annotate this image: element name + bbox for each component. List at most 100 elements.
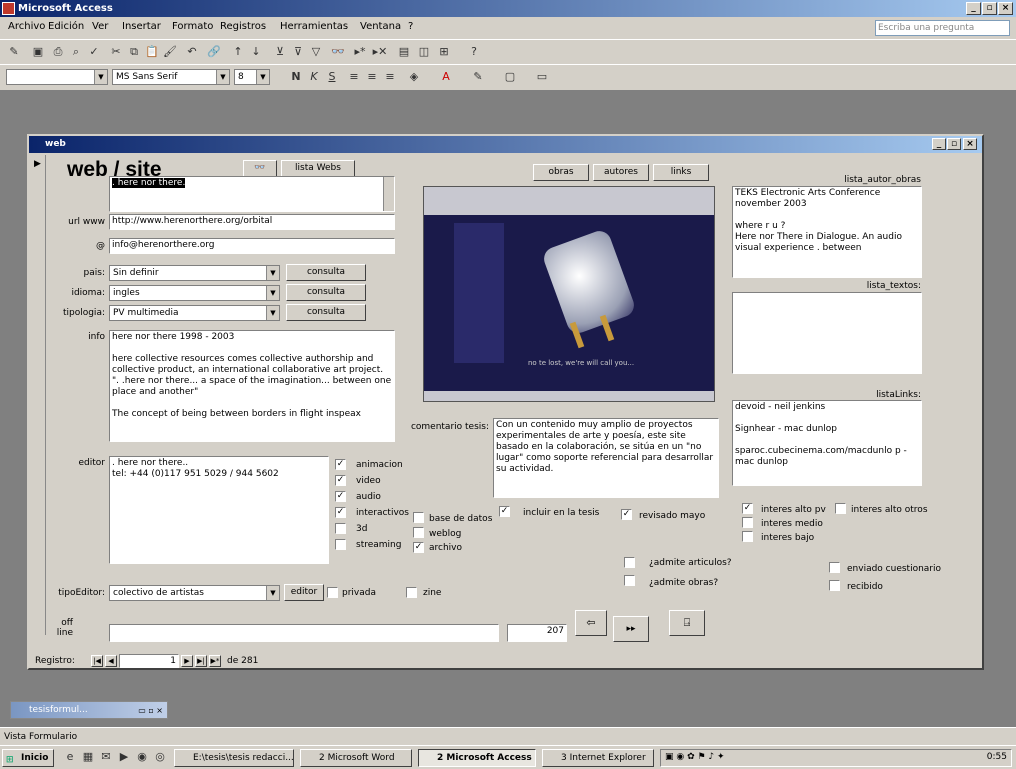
base-de-datos-checkbox[interactable] — [413, 512, 424, 523]
offline-field[interactable] — [109, 624, 499, 642]
object-combo[interactable]: ▼ — [6, 69, 108, 85]
close-button[interactable]: × — [998, 2, 1013, 15]
delete-record-icon[interactable]: ▸✕ — [372, 45, 388, 59]
email-field[interactable]: info@herenorthere.org — [109, 238, 395, 254]
bold-icon[interactable]: N — [288, 70, 304, 84]
tipologia-combo[interactable]: PV multimedia ▼ — [109, 305, 280, 321]
sort-desc-icon[interactable]: ↓ — [248, 45, 264, 59]
3d-checkbox[interactable] — [335, 523, 346, 534]
find-binoculars-button[interactable]: 👓 — [243, 160, 277, 177]
apply-filter-icon[interactable]: ▽ — [308, 45, 324, 59]
enviado-cuestionario-checkbox[interactable] — [829, 562, 840, 573]
tab-autores[interactable]: autores — [593, 164, 649, 181]
prev-record-button[interactable]: ⇦ — [575, 610, 607, 636]
record-selector[interactable]: ▶ — [32, 155, 46, 635]
last-record-button[interactable]: ▶| — [195, 655, 207, 667]
admite-articulos-checkbox[interactable] — [624, 557, 635, 568]
align-left-icon[interactable]: ≡ — [346, 70, 362, 84]
next-record-button[interactable]: ▸▸ — [613, 616, 649, 642]
quicklaunch-app-icon[interactable]: ◉ — [134, 750, 150, 764]
interes-alto-pv-checkbox[interactable]: ✓ — [742, 503, 753, 514]
form-minimize-button[interactable]: _ — [932, 138, 946, 150]
line-width-icon[interactable]: ▢ — [502, 70, 518, 84]
interes-bajo-checkbox[interactable] — [742, 531, 753, 542]
privada-checkbox[interactable] — [327, 587, 338, 598]
tray-icons[interactable]: ▣ ◉ ✿ ⚑ ♪ ✦ — [665, 752, 725, 762]
next-record-nav-button[interactable]: ▶ — [181, 655, 193, 667]
quicklaunch-ie-icon[interactable]: e — [62, 750, 78, 764]
weblog-checkbox[interactable] — [413, 527, 424, 538]
hyperlink-icon[interactable]: 🔗 — [206, 45, 222, 59]
incluir-tesis-checkbox[interactable]: ✓ — [499, 506, 510, 517]
font-size-combo[interactable]: 8 ▼ — [234, 69, 270, 85]
video-checkbox[interactable]: ✓ — [335, 475, 346, 486]
editor-button[interactable]: editor — [284, 584, 324, 601]
revisado-checkbox[interactable]: ✓ — [621, 509, 632, 520]
save-icon[interactable]: ▣ — [30, 45, 46, 59]
pais-combo[interactable]: Sin definir ▼ — [109, 265, 280, 281]
start-button[interactable]: ⊞ Inicio — [2, 749, 54, 767]
listalinks-box[interactable]: devoid - neil jenkins Signhear - mac dun… — [732, 400, 922, 486]
menu-ver[interactable]: Ver — [92, 21, 108, 32]
form-close-button[interactable]: × — [963, 138, 977, 150]
new-record-icon[interactable]: ▸* — [352, 45, 368, 59]
exit-form-button[interactable]: ⍈ — [669, 610, 705, 636]
task-access[interactable]: 2 Microsoft Access — [418, 749, 536, 767]
new-object-icon[interactable]: ⊞ — [436, 45, 452, 59]
preview-icon[interactable]: ⌕ — [68, 45, 84, 59]
site-name-scrollbar[interactable] — [383, 177, 394, 211]
menu-ventana[interactable]: Ventana — [360, 21, 401, 32]
copy-icon[interactable]: ⧉ — [126, 45, 142, 59]
task-ie[interactable]: 3 Internet Explorer — [542, 749, 654, 767]
task-word[interactable]: 2 Microsoft Word — [300, 749, 412, 767]
undo-icon[interactable]: ↶ — [184, 45, 200, 59]
view-icon[interactable]: ✎ — [6, 45, 22, 59]
maximize-button[interactable]: ▫ — [982, 2, 997, 15]
tipologia-consulta-button[interactable]: consulta — [286, 304, 366, 321]
offline-number-field[interactable]: 207 — [507, 624, 567, 642]
info-textarea[interactable]: here nor there 1998 - 2003 here collecti… — [109, 330, 395, 442]
filter-form-icon[interactable]: ⊽ — [290, 45, 306, 59]
new-record-nav-button[interactable]: ▶* — [209, 655, 221, 667]
sort-asc-icon[interactable]: ↑ — [230, 45, 246, 59]
lista-textos-box[interactable] — [732, 292, 922, 374]
menu-archivo[interactable]: Archivo — [8, 21, 45, 32]
task-explorer[interactable]: E:\tesis\tesis redacci... — [174, 749, 294, 767]
tab-links[interactable]: links — [653, 164, 709, 181]
ask-question-input[interactable]: Escriba una pregunta — [875, 20, 1010, 36]
underline-icon[interactable]: S — [324, 70, 340, 84]
quicklaunch-app2-icon[interactable]: ◎ — [152, 750, 168, 764]
paste-icon[interactable]: 📋 — [144, 45, 160, 59]
url-field[interactable]: http://www.herenorthere.org/orbital — [109, 214, 395, 230]
admite-obras-checkbox[interactable] — [624, 575, 635, 586]
cut-icon[interactable]: ✂ — [108, 45, 124, 59]
menu-registros[interactable]: Registros — [220, 21, 266, 32]
menu-formato[interactable]: Formato — [172, 21, 213, 32]
database-window-icon[interactable]: ◫ — [416, 45, 432, 59]
site-name-field[interactable]: . here nor there. — [109, 176, 395, 212]
archivo-checkbox[interactable]: ✓ — [413, 542, 424, 553]
format-painter-icon[interactable]: 🖌 — [162, 45, 178, 59]
pais-consulta-button[interactable]: consulta — [286, 264, 366, 281]
previous-record-nav-button[interactable]: ◀ — [105, 655, 117, 667]
align-right-icon[interactable]: ≡ — [382, 70, 398, 84]
recibido-checkbox[interactable] — [829, 580, 840, 591]
idioma-consulta-button[interactable]: consulta — [286, 284, 366, 301]
special-effect-icon[interactable]: ▭ — [534, 70, 550, 84]
editor-textarea[interactable]: . here nor there.. tel: +44 (0)117 951 5… — [109, 456, 329, 564]
font-combo[interactable]: MS Sans Serif ▼ — [112, 69, 230, 85]
menu-insertar[interactable]: Insertar — [122, 21, 161, 32]
audio-checkbox[interactable]: ✓ — [335, 491, 346, 502]
lista-webs-button[interactable]: lista Webs — [281, 160, 355, 177]
record-number-field[interactable]: 1 — [119, 654, 179, 668]
fill-color-icon[interactable]: ◈ — [406, 70, 422, 84]
quicklaunch-media-icon[interactable]: ▶ — [116, 750, 132, 764]
animacion-checkbox[interactable]: ✓ — [335, 459, 346, 470]
first-record-button[interactable]: |◀ — [91, 655, 103, 667]
zine-checkbox[interactable] — [406, 587, 417, 598]
tipoeditor-combo[interactable]: colectivo de artistas ▼ — [109, 585, 280, 601]
menu-help[interactable]: ? — [408, 21, 413, 32]
quicklaunch-outlook-icon[interactable]: ✉ — [98, 750, 114, 764]
form-maximize-button[interactable]: ▫ — [947, 138, 961, 150]
filter-selection-icon[interactable]: ⊻ — [272, 45, 288, 59]
